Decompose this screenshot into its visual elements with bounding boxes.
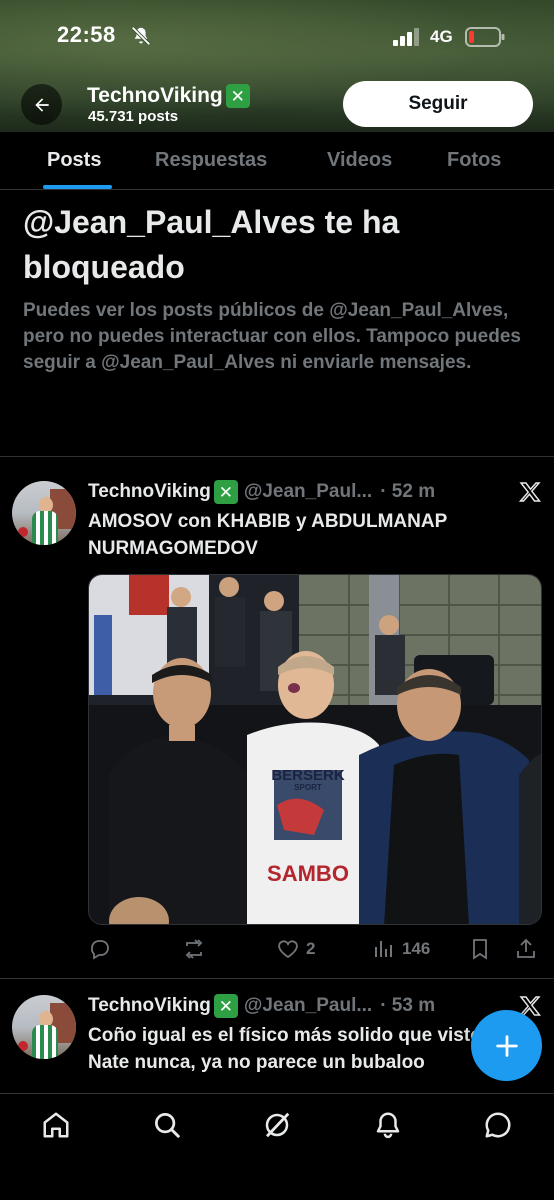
bottom-navigation [0, 1093, 554, 1200]
avatar[interactable] [12, 995, 76, 1059]
tweet-text: AMOSOV con KHABIB y ABDULMANAP NURMAGOME… [88, 511, 447, 559]
tweet-actions: 2 146 [88, 935, 542, 965]
post-count: 45.731 posts [88, 108, 179, 125]
x-badge-icon: ✕ [213, 480, 238, 504]
status-time: 22:58 [57, 22, 116, 47]
battery-low-icon [465, 27, 505, 47]
grok-icon[interactable] [262, 1110, 292, 1140]
status-bar: 22:58 4G [0, 0, 554, 74]
blocked-title: @Jean_Paul_Alves te ha bloqueado [23, 204, 400, 285]
search-icon[interactable] [152, 1110, 182, 1140]
tweet-handle: @Jean_Paul... [243, 481, 373, 502]
notifications-icon[interactable] [373, 1110, 403, 1140]
tweet-photo: BERSERK SPORT SAMBO [89, 575, 541, 924]
section-divider [0, 456, 554, 457]
follow-button[interactable]: Seguir [343, 81, 533, 127]
tab-respuestas[interactable]: Respuestas [155, 149, 267, 172]
active-tab-indicator [43, 185, 112, 189]
back-button[interactable] [21, 84, 62, 125]
bookmark-icon [473, 939, 487, 960]
bookmark-button[interactable] [468, 937, 492, 961]
tweet-header: TechnoViking ✕ @Jean_Paul... · 52 m [88, 480, 435, 504]
views-chart-icon [375, 941, 392, 957]
tweet-handle: @Jean_Paul... [243, 995, 373, 1016]
tweet-header: TechnoViking ✕ @Jean_Paul... · 53 m [88, 994, 435, 1018]
signal-icon [393, 28, 419, 46]
views-count: 146 [402, 939, 431, 958]
shirt-main-text: SAMBO [267, 861, 349, 886]
tweet-text-clip: Coño igual es el físico más solido que v… [88, 1022, 508, 1093]
tab-videos[interactable]: Videos [327, 149, 392, 172]
views-button[interactable]: 146 [372, 937, 430, 961]
compose-button[interactable] [471, 1010, 542, 1081]
profile-name: TechnoViking [87, 84, 223, 107]
tab-fotos[interactable]: Fotos [447, 149, 501, 172]
repost-button[interactable] [182, 937, 212, 961]
reply-icon [91, 940, 109, 960]
x-badge-icon: ✕ [225, 84, 250, 108]
profile-name-row: TechnoViking ✕ [87, 84, 250, 108]
messages-icon[interactable] [483, 1110, 513, 1140]
network-type: 4G [430, 27, 453, 46]
share-button[interactable] [514, 937, 538, 961]
share-icon [517, 938, 535, 958]
arrow-left-icon [34, 97, 49, 112]
tweet-author-name[interactable]: TechnoViking [88, 995, 211, 1017]
heart-icon [278, 940, 298, 959]
tweet-author-name[interactable]: TechnoViking [88, 481, 211, 503]
tweet-divider [0, 978, 554, 979]
x-logo-icon[interactable] [518, 480, 542, 504]
shirt-sub-text: SPORT [294, 783, 322, 792]
bell-off-icon [131, 26, 151, 46]
blocked-description: Puedes ver los posts públicos de @Jean_P… [23, 300, 521, 373]
repost-icon [185, 939, 203, 959]
tweet-time: · 53 m [380, 995, 436, 1016]
shirt-brand-text: BERSERK [271, 767, 345, 784]
tab-posts[interactable]: Posts [47, 149, 101, 172]
home-icon[interactable] [41, 1110, 71, 1140]
tweet-text: Coño igual es el físico más solido que v… [88, 1025, 498, 1073]
reply-button[interactable] [88, 937, 118, 961]
plus-icon [495, 1034, 518, 1057]
x-badge-icon: ✕ [213, 994, 238, 1018]
profile-tabs: Posts Respuestas Videos Fotos [0, 132, 554, 190]
like-button[interactable]: 2 [276, 937, 315, 961]
like-count: 2 [306, 939, 316, 958]
avatar[interactable] [12, 481, 76, 545]
tweet-media[interactable]: BERSERK SPORT SAMBO [88, 574, 542, 925]
tweet-time: · 52 m [380, 481, 436, 502]
